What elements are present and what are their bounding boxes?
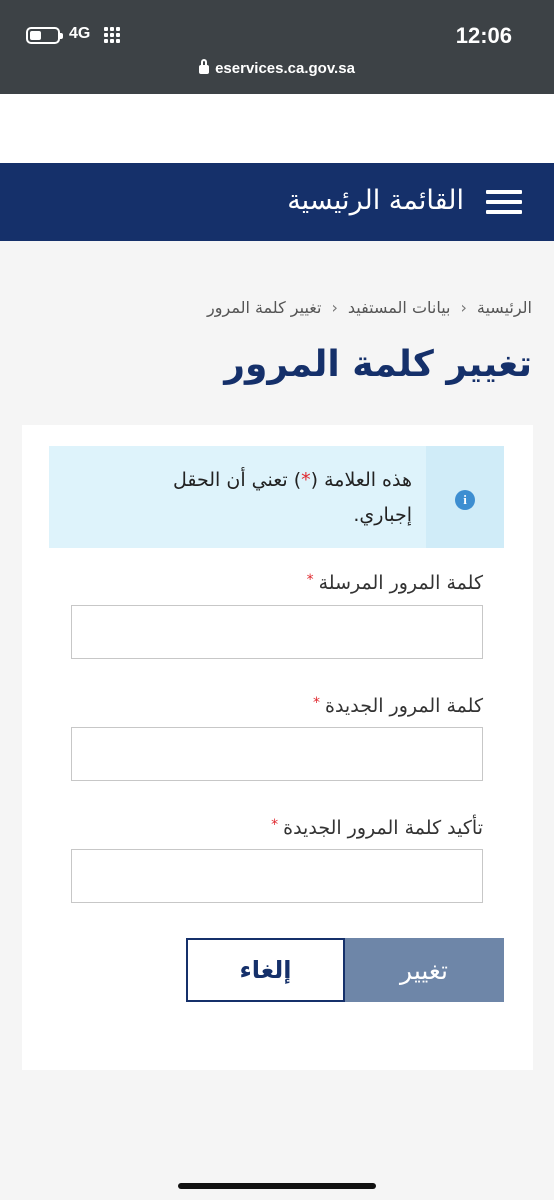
signal-icon <box>104 27 126 45</box>
new-password-label: كلمة المرور الجديدة* <box>313 695 483 717</box>
cancel-button[interactable]: إلغاء <box>186 938 345 1002</box>
required-star: * <box>301 469 311 491</box>
network-type: 4G <box>69 25 91 42</box>
breadcrumb-separator: ‹ <box>331 298 338 317</box>
confirm-password-input[interactable] <box>71 849 483 903</box>
alert-icon-column: i <box>426 446 504 548</box>
sent-password-label: كلمة المرور المرسلة* <box>306 572 483 594</box>
required-star: * <box>306 572 314 588</box>
breadcrumb-separator: ‹ <box>460 298 467 317</box>
required-star: * <box>271 817 279 833</box>
info-icon: i <box>455 490 475 510</box>
required-fields-alert: i هذه العلامة (*) تعني أن الحقل إجباري. <box>49 446 504 548</box>
url-text: eservices.ca.gov.sa <box>215 60 355 77</box>
alert-text: هذه العلامة (*) تعني أن الحقل إجباري. <box>173 469 412 526</box>
battery-icon <box>26 27 63 44</box>
hamburger-icon[interactable] <box>486 190 522 214</box>
home-indicator[interactable] <box>178 1183 376 1189</box>
required-star: * <box>313 695 320 711</box>
breadcrumb-home[interactable]: الرئيسية <box>477 298 532 317</box>
confirm-password-label: تأكيد كلمة المرور الجديدة* <box>271 817 483 839</box>
header-spacer <box>0 94 554 163</box>
breadcrumb: الرئيسية ‹ بيانات المستفيد ‹ تغيير كلمة المر… <box>207 298 532 317</box>
status-bar: 4G 12:06 eservices.ca.gov.sa <box>0 0 554 94</box>
address-bar[interactable]: eservices.ca.gov.sa <box>0 59 554 77</box>
page-title: تغيير كلمة المرور <box>224 344 532 385</box>
phone-screen: 4G 12:06 eservices.ca.gov.sa القائمة الر… <box>0 0 554 1200</box>
change-password-form: i هذه العلامة (*) تعني أن الحقل إجباري. … <box>22 425 533 1070</box>
new-password-input[interactable] <box>71 727 483 781</box>
lock-icon <box>199 59 210 74</box>
clock: 12:06 <box>455 23 512 48</box>
sent-password-input[interactable] <box>71 605 483 659</box>
main-nav-bar: القائمة الرئيسية <box>0 163 554 241</box>
breadcrumb-beneficiary-data[interactable]: بيانات المستفيد <box>348 298 451 317</box>
main-menu-label[interactable]: القائمة الرئيسية <box>287 185 464 216</box>
change-button[interactable]: تغيير <box>344 938 504 1002</box>
breadcrumb-current: تغيير كلمة المرور <box>207 298 322 317</box>
